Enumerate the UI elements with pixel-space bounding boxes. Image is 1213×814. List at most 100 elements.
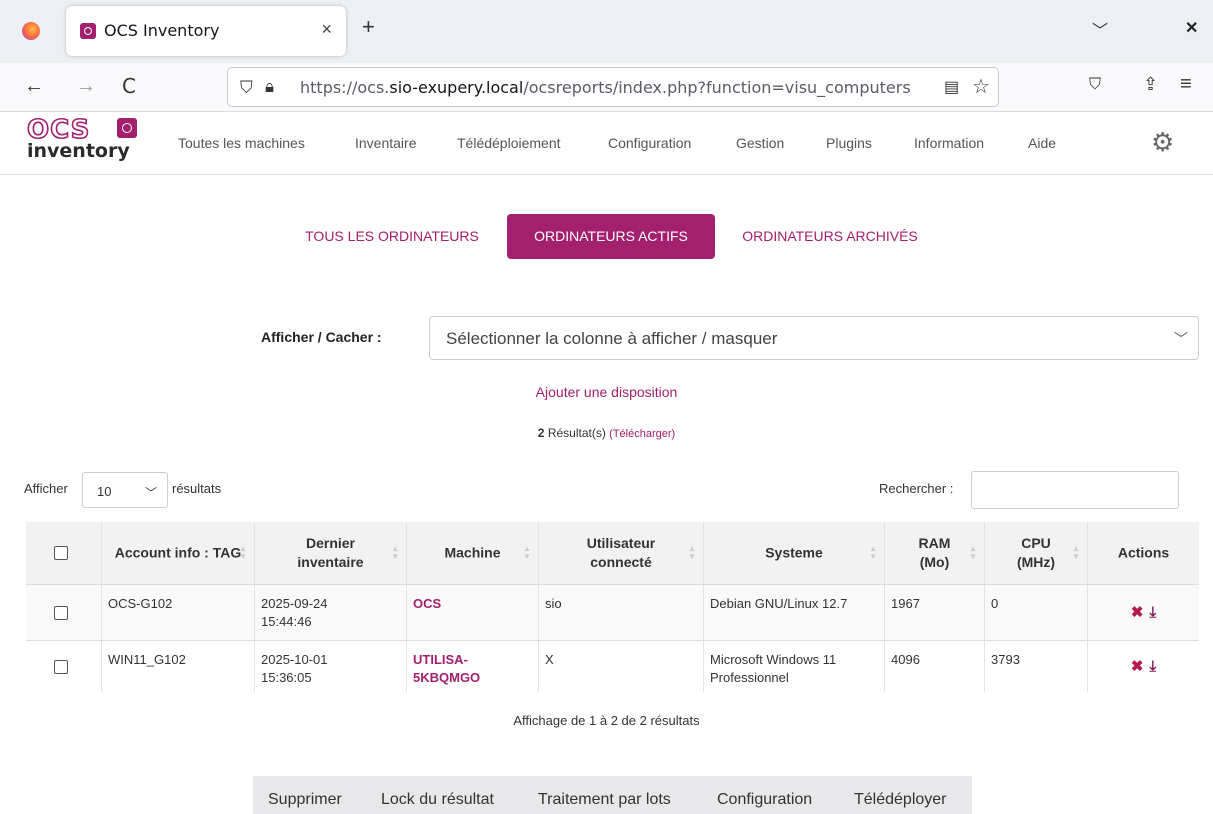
back-arrow-icon[interactable]: ← — [24, 74, 44, 98]
sort-icon: ▲ ▼ — [869, 544, 877, 561]
menu-teledeploiement[interactable]: Télédéploiement — [457, 135, 561, 151]
menu-toutes-les-machines[interactable]: Toutes les machines — [178, 135, 305, 151]
cell-machine: OCS — [407, 585, 539, 640]
header-machine[interactable]: Machine ▲ ▼ — [407, 522, 539, 584]
cell-user-text: X — [545, 652, 554, 667]
page-length-value: 10 — [97, 484, 112, 499]
add-layout-text[interactable]: Ajouter une disposition — [536, 384, 678, 400]
download-icon[interactable]: ⤓ — [1149, 604, 1156, 621]
machine-link[interactable]: UTILISA-5KBQMGO — [413, 651, 508, 687]
row-checkbox[interactable] — [54, 605, 68, 620]
deploy-button[interactable]: Télédéployer — [854, 791, 947, 809]
cell-ram: 4096 — [885, 641, 985, 692]
header-ram[interactable]: RAM (Mo) ▲ ▼ — [885, 522, 985, 584]
pocket-icon[interactable]: ⛉ — [1089, 76, 1101, 94]
page-length-select[interactable]: 10 ﹀ — [82, 472, 168, 508]
cell-user: sio — [539, 585, 704, 640]
tab-close-icon[interactable]: × — [321, 19, 332, 40]
header-last-inventory-label: Dernier inventaire — [297, 535, 364, 570]
download-link[interactable]: (Télécharger) — [609, 428, 675, 440]
row-actions: ✖ ⤓ — [1088, 604, 1199, 621]
cell-last-inventory-text: 2025-10-01 15:36:05 — [261, 652, 328, 685]
cell-ram: 1967 — [885, 585, 985, 640]
menu-inventaire[interactable]: Inventaire — [355, 135, 416, 151]
cell-tag: WIN11_G102 — [102, 641, 255, 692]
header-tag[interactable]: Account info : TAG ▲ ▼ — [102, 522, 255, 584]
menu-aide[interactable]: Aide — [1028, 135, 1056, 151]
menu-configuration[interactable]: Configuration — [608, 135, 691, 151]
cell-tag-text: WIN11_G102 — [108, 652, 186, 667]
header-user-label: Utilisateur connecté — [586, 535, 656, 570]
sort-icon: ▲ ▼ — [688, 544, 696, 561]
bulk-actions-bar: Supprimer Lock du résultat Traitement pa… — [253, 776, 972, 814]
header-cpu[interactable]: CPU (MHz) ▲ ▼ — [985, 522, 1088, 584]
tab-all-computers[interactable]: TOUS LES ORDINATEURS — [287, 214, 497, 259]
delete-icon[interactable]: ✖ — [1131, 604, 1144, 621]
row-actions: ✖ ⤓ — [1088, 658, 1199, 675]
shield-icon[interactable]: ⛉ — [240, 78, 253, 98]
cell-user-text: sio — [545, 596, 562, 611]
new-tab-button[interactable]: + — [362, 16, 375, 38]
search-input[interactable] — [971, 471, 1179, 509]
delete-button[interactable]: Supprimer — [268, 791, 342, 809]
menu-gestion[interactable]: Gestion — [736, 135, 784, 151]
bookmark-star-icon[interactable]: ☆ — [972, 74, 990, 99]
cell-ram-text: 4096 — [891, 652, 920, 667]
share-icon[interactable]: ⇪ — [1143, 74, 1158, 95]
cell-system-text: Debian GNU/Linux 12.7 — [710, 596, 848, 611]
logo-inventory-text: inventory — [27, 140, 130, 162]
header-tag-label: Account info : TAG — [114, 544, 242, 561]
url-bar[interactable]: ⛉ 🔒︎ https://ocs.sio-exupery.local/ocsre… — [227, 67, 999, 107]
header-last-inventory[interactable]: Dernier inventaire ▲ ▼ — [255, 522, 407, 584]
column-selector[interactable]: Sélectionner la colonne à afficher / mas… — [429, 316, 1199, 360]
header-user[interactable]: Utilisateur connecté ▲ ▼ — [539, 522, 704, 584]
length-prefix: Afficher — [24, 481, 68, 496]
tab-active-computers[interactable]: ORDINATEURS ACTIFS — [507, 214, 715, 259]
configuration-button[interactable]: Configuration — [717, 791, 812, 809]
header-actions-label: Actions — [1117, 544, 1170, 561]
delete-icon[interactable]: ✖ — [1131, 658, 1144, 675]
header-system[interactable]: Systeme ▲ ▼ — [704, 522, 885, 584]
results-label: Résultat(s) — [547, 426, 606, 440]
table-row: WIN11_G102 2025-10-01 15:36:05 UTILISA-5… — [26, 640, 1199, 692]
cell-actions: ✖ ⤓ — [1088, 585, 1199, 640]
hamburger-menu-icon[interactable]: ≡ — [1180, 73, 1192, 96]
length-suffix: résultats — [172, 481, 222, 496]
row-checkbox-cell — [26, 585, 102, 640]
header-machine-label: Machine — [444, 544, 501, 561]
download-icon[interactable]: ⤓ — [1149, 658, 1156, 675]
sort-icon: ▲ ▼ — [523, 544, 531, 561]
gear-icon[interactable]: ⚙ — [1151, 129, 1174, 155]
machine-link[interactable]: OCS — [413, 595, 534, 613]
tab-list-chevron-icon[interactable]: ﹀ — [1092, 17, 1108, 41]
lock-result-button[interactable]: Lock du résultat — [381, 791, 494, 809]
sort-icon: ▲ ▼ — [969, 544, 977, 561]
menu-plugins[interactable]: Plugins — [826, 135, 872, 151]
select-all-checkbox[interactable] — [54, 546, 68, 560]
menu-information[interactable]: Information — [914, 135, 984, 151]
cell-system: Debian GNU/Linux 12.7 — [704, 585, 885, 640]
cell-system: Microsoft Windows 11 Professionnel — [704, 641, 885, 692]
cell-last-inventory: 2025-10-01 15:36:05 — [255, 641, 407, 692]
ocs-logo[interactable]: OCS inventory — [26, 115, 142, 166]
window-close-button[interactable]: ✕ — [1185, 18, 1198, 38]
cell-tag: OCS-G102 — [102, 585, 255, 640]
reader-view-icon[interactable]: ▤ — [944, 77, 959, 97]
reload-icon[interactable]: C — [122, 74, 136, 98]
column-selector-label: Afficher / Cacher : — [261, 329, 382, 345]
browser-tab[interactable]: OCS Inventory × — [66, 6, 346, 56]
chevron-down-icon: ﹀ — [1174, 331, 1188, 347]
cell-cpu-text: 0 — [991, 596, 999, 611]
sort-icon: ▲ ▼ — [391, 544, 399, 561]
tab-archived-computers[interactable]: ORDINATEURS ARCHIVÉS — [724, 214, 936, 259]
results-count: 2 Résultat(s) (Télécharger) — [0, 426, 1213, 440]
cell-machine: UTILISA-5KBQMGO — [407, 641, 539, 692]
cell-actions: ✖ ⤓ — [1088, 641, 1199, 692]
lock-icon[interactable]: 🔒︎ — [265, 77, 274, 97]
row-checkbox[interactable] — [54, 659, 68, 674]
header-actions: Actions — [1088, 522, 1199, 584]
forward-arrow-icon[interactable]: → — [76, 74, 96, 98]
search-label: Rechercher : — [879, 481, 954, 496]
url-text[interactable]: https://ocs.sio-exupery.local/ocsreports… — [300, 78, 912, 97]
batch-processing-button[interactable]: Traitement par lots — [538, 791, 671, 809]
